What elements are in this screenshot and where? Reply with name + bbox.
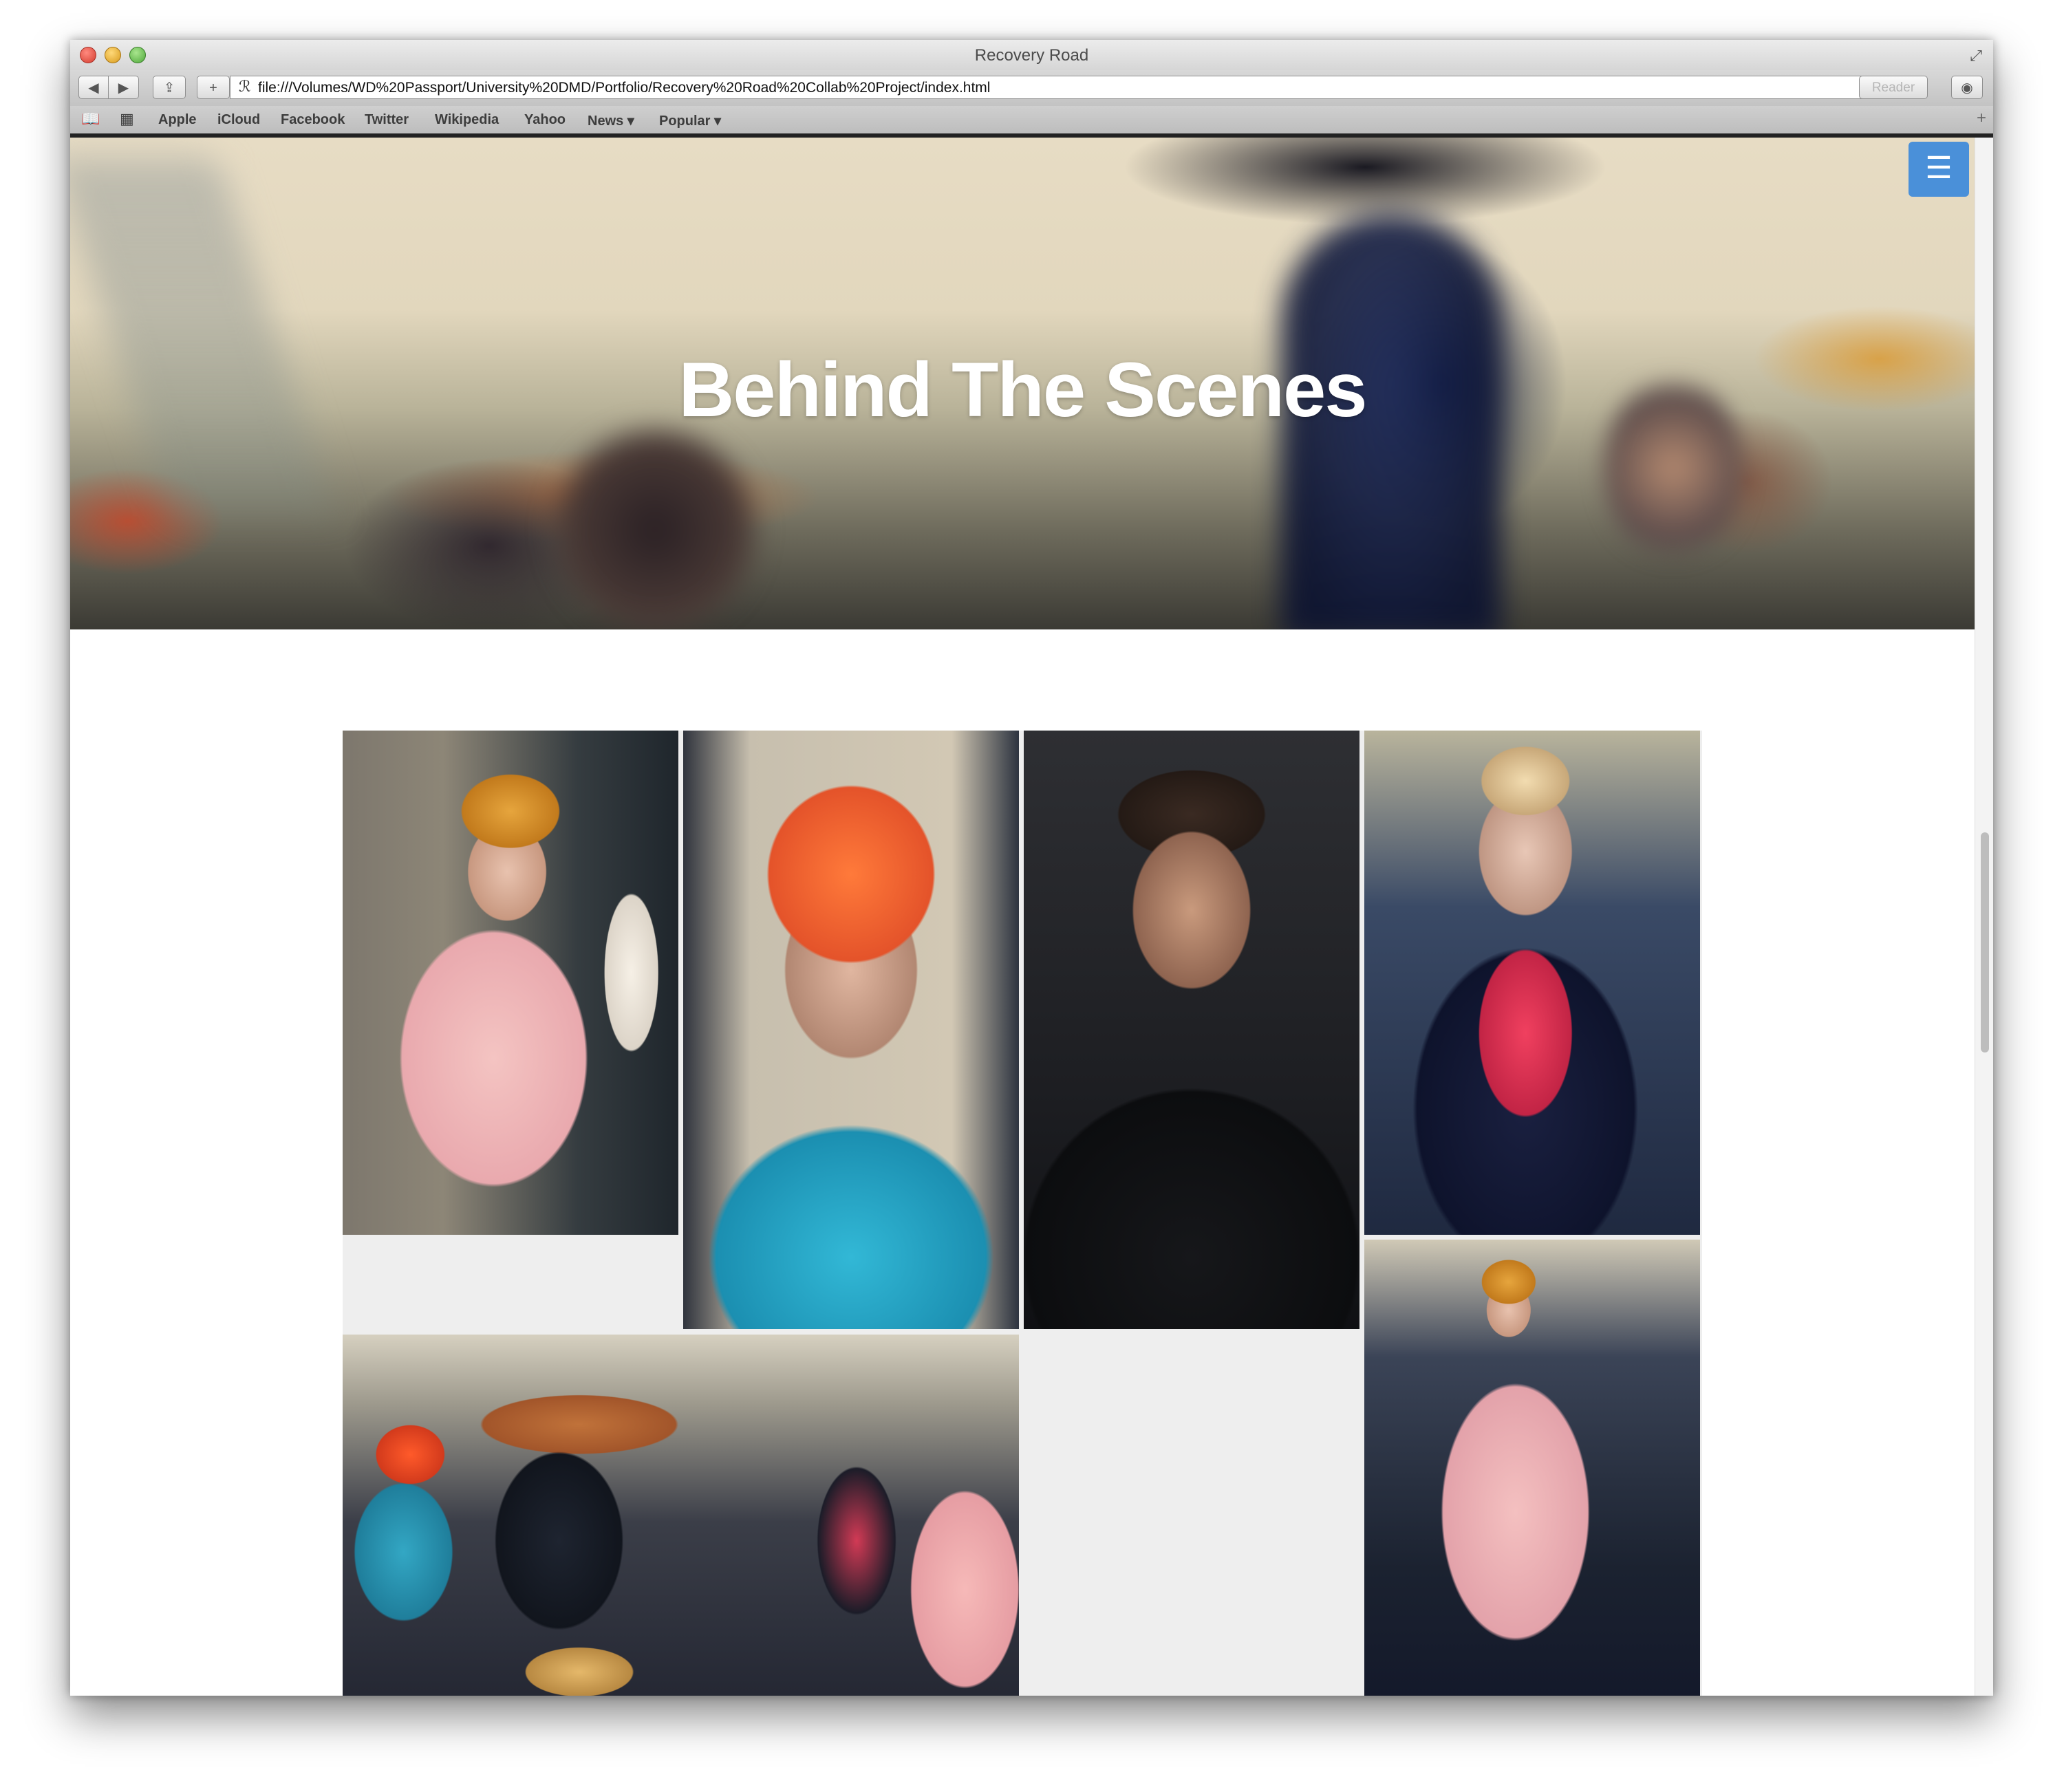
web-page: Behind The Scenes ☰ woman-in-orange-hat-… <box>70 138 1975 1696</box>
bookmark-twitter[interactable]: Twitter <box>365 112 409 128</box>
title-bar: Recovery Road ⤢ <box>70 40 1993 70</box>
forward-button[interactable]: ▶ <box>109 76 139 99</box>
add-bookmark-button[interactable]: + <box>197 76 230 99</box>
browser-window: Recovery Road ⤢ ◀ ▶ ⇪ + ℛ file:///Volume… <box>70 40 1993 1696</box>
site-favicon-icon: ℛ <box>239 78 251 95</box>
downloads-button[interactable]: ◉ <box>1951 76 1983 99</box>
photo-gallery: woman-in-orange-hat-pink-dress man-in-or… <box>343 731 1702 1696</box>
bookmarks-bar: 📖 ▦ Apple iCloud Facebook Twitter Wikipe… <box>70 106 1993 134</box>
page-title: Behind The Scenes <box>678 347 1367 433</box>
gallery-photo[interactable]: woman-seated-pink-dress <box>1364 1240 1700 1696</box>
bookmark-facebook[interactable]: Facebook <box>281 112 345 128</box>
vertical-scrollbar[interactable] <box>1975 138 1993 1696</box>
bookmark-yahoo[interactable]: Yahoo <box>524 112 566 128</box>
gallery-photo[interactable]: bearded-man-black-jacket <box>1024 731 1359 1329</box>
gallery-photo[interactable]: blonde-woman-glasses-red-blouse <box>1364 731 1700 1235</box>
fullscreen-icon[interactable]: ⤢ <box>1970 47 1982 65</box>
hamburger-icon: ☰ <box>1925 151 1953 185</box>
reader-button[interactable]: Reader <box>1859 76 1928 99</box>
bookmark-news-menu[interactable]: News ▾ <box>588 112 634 129</box>
share-button[interactable]: ⇪ <box>153 76 186 99</box>
reading-list-icon[interactable]: 📖 <box>81 110 100 128</box>
address-bar[interactable]: ℛ file:///Volumes/WD%20Passport/Universi… <box>230 76 1895 99</box>
hero-blur-figure <box>552 427 758 629</box>
browser-toolbar: ◀ ▶ ⇪ + ℛ file:///Volumes/WD%20Passport/… <box>70 70 1993 106</box>
hamburger-menu-button[interactable]: ☰ <box>1909 142 1969 197</box>
gallery-photo[interactable]: man-in-orange-beanie-blue-shirt <box>683 731 1019 1329</box>
bookmark-popular-menu[interactable]: Popular ▾ <box>659 112 721 129</box>
new-tab-icon[interactable]: + <box>1977 109 1986 128</box>
hero-blur-ladder <box>70 158 335 516</box>
top-sites-icon[interactable]: ▦ <box>120 110 134 128</box>
bookmark-wikipedia[interactable]: Wikipedia <box>435 112 499 128</box>
gallery-photo[interactable]: woman-in-orange-hat-pink-dress <box>343 731 678 1235</box>
window-title: Recovery Road <box>974 46 1089 65</box>
hero-banner: Behind The Scenes ☰ <box>70 138 1975 629</box>
scrollbar-thumb[interactable] <box>1981 832 1989 1052</box>
bookmark-apple[interactable]: Apple <box>158 112 197 128</box>
url-text[interactable]: file:///Volumes/WD%20Passport/University… <box>258 80 990 96</box>
bookmark-icloud[interactable]: iCloud <box>217 112 260 128</box>
gallery-photo[interactable]: group-seated-around-table <box>343 1335 1019 1696</box>
back-button[interactable]: ◀ <box>78 76 109 99</box>
